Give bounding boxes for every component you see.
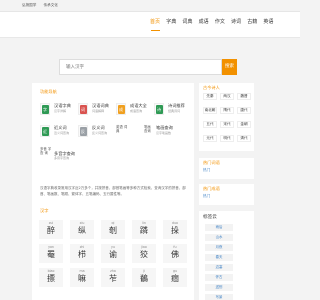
char-card[interactable]: yan 罨 xyxy=(39,244,63,263)
hot-words-link[interactable]: 热门 xyxy=(203,168,210,173)
poetry-icon: 诗 xyxy=(154,103,164,115)
poet-dynasty[interactable]: 唐代 xyxy=(237,107,251,114)
sidebar: 古今诗人 先秦 两汉 魏晋 南北朝 隋代 唐代 五代 宋代 金朝 元代 明代 清… xyxy=(199,83,254,300)
tool-desc: 多音字查询 xyxy=(54,156,70,160)
broken-image-icon: 英语 词典 xyxy=(116,125,128,133)
tools-title: 功能导航 xyxy=(40,89,57,94)
poet-dynasty[interactable]: 隋代 xyxy=(220,107,234,114)
char-card[interactable]: gu 痼 xyxy=(163,268,187,287)
hot-idioms-box: 热门成语 热门 xyxy=(199,184,254,205)
hot-idioms-link[interactable]: 热门 xyxy=(203,194,210,199)
broken-image-icon: 笔画 查询 xyxy=(144,125,151,133)
tool-desc: 成语查询 xyxy=(130,109,143,113)
top-bar: 弘扬国学 传承文化 xyxy=(0,0,300,12)
tag-item[interactable]: 写景 xyxy=(205,294,233,300)
dictionary-icon: 字 xyxy=(40,103,50,115)
char-card[interactable]: xiu 纵 xyxy=(70,220,94,239)
idiom-icon: 成 xyxy=(116,103,126,115)
tool-desc: 经典诗词 xyxy=(168,109,181,113)
search-bar: 搜索 xyxy=(59,59,237,75)
poet-dynasty[interactable]: 明代 xyxy=(220,135,234,142)
tag-item[interactable]: 月夜 xyxy=(205,244,233,251)
search-input[interactable] xyxy=(59,59,222,75)
poets-box: 古今诗人 先秦 两汉 魏晋 南北朝 隋代 唐代 五代 宋代 金朝 元代 明代 清… xyxy=(199,83,254,151)
nav-yingyu[interactable]: 英语 xyxy=(263,18,273,25)
poet-dynasty[interactable]: 五代 xyxy=(203,121,217,128)
nav-guji[interactable]: 古籍 xyxy=(247,18,257,25)
tag-item[interactable]: 边塞 xyxy=(205,264,233,271)
poet-dynasty[interactable]: 两汉 xyxy=(220,93,234,100)
antonym-icon: 反 xyxy=(78,125,88,137)
nav-zidian[interactable]: 字典 xyxy=(166,18,176,25)
char-card[interactable]: lin 蹸 xyxy=(132,220,156,239)
tool-desc: 汉字详解 xyxy=(54,109,67,113)
char-card[interactable]: qi 剞 xyxy=(101,220,125,239)
tag-item[interactable]: 雨后 xyxy=(205,224,233,231)
poets-title: 古今诗人 xyxy=(203,85,220,90)
poet-dynasty[interactable]: 魏晋 xyxy=(237,93,251,100)
tool-duoyinzi[interactable]: 多音 字查 询 多音字查询 多音字查询 xyxy=(40,146,80,162)
poet-dynasty[interactable]: 先秦 xyxy=(203,93,217,100)
char-card[interactable]: zui 醉 xyxy=(39,220,63,239)
poet-dynasty[interactable]: 清代 xyxy=(237,135,251,142)
zi-section-title: 汉字 xyxy=(40,208,49,213)
char-card[interactable]: biao 摽 xyxy=(39,268,63,287)
hot-words-title: 热门词语 xyxy=(203,160,220,165)
nav-shici[interactable]: 诗词 xyxy=(231,18,241,25)
poet-dynasty[interactable]: 元代 xyxy=(203,135,217,142)
char-card[interactable]: zhi 栉 xyxy=(70,244,94,263)
char-card[interactable]: ma 嘛 xyxy=(70,268,94,287)
tag-item[interactable]: 怀古 xyxy=(205,274,233,281)
tool-desc: 词语解释 xyxy=(92,109,105,113)
char-card[interactable]: ji 鶺 xyxy=(132,268,156,287)
nav-chengyu[interactable]: 成语 xyxy=(199,18,209,25)
site-slogan: 传承文化 xyxy=(43,3,58,7)
word-dictionary-icon: 词 xyxy=(78,103,88,115)
nav-zuowen[interactable]: 作文 xyxy=(215,18,225,25)
tool-fanyici[interactable]: 反 反义词 反义词查询 xyxy=(78,124,118,140)
header: 首页 字典 词典 成语 作文 诗词 古籍 英语 xyxy=(0,12,300,38)
char-card[interactable]: duo 挆 xyxy=(163,220,187,239)
tool-cidian[interactable]: 词 汉语词典 词语解释 xyxy=(78,102,118,118)
tool-shici[interactable]: 诗 诗词推荐 经典诗词 xyxy=(154,102,194,118)
tag-item[interactable]: 山水 xyxy=(205,234,233,241)
tool-zidian[interactable]: 字 汉语字典 汉字详解 xyxy=(40,102,80,118)
poet-dynasty[interactable]: 金朝 xyxy=(237,121,251,128)
hot-idioms-title: 热门成语 xyxy=(203,186,220,191)
broken-image-icon: 多音 字查 询 xyxy=(40,147,52,155)
tool-desc: 汉字笔画数 xyxy=(156,131,172,135)
tool-chengyu[interactable]: 成 成语大全 成语查询 xyxy=(116,102,156,118)
tags-title: 标签云 xyxy=(203,215,217,220)
main-panel: 功能导航 字 汉语字典 汉字详解 词 汉语词典 词语解释 成 成语大全 成语查询… xyxy=(32,83,194,300)
nav-home[interactable]: 首页 xyxy=(150,18,160,25)
tool-desc: 近义词查询 xyxy=(54,131,70,135)
poet-dynasty[interactable]: 南北朝 xyxy=(203,107,217,114)
nav-cidian[interactable]: 词典 xyxy=(182,18,192,25)
char-card[interactable]: fu 佛 xyxy=(163,244,187,263)
tag-item[interactable]: 春天 xyxy=(205,254,233,261)
tags-box: 标签云 雨后 山水 月夜 春天 边塞 怀古 送别 写景 xyxy=(199,211,254,300)
tool-jinyici[interactable]: 近 近义词 近义词查询 xyxy=(40,124,80,140)
tool-desc: 反义词查询 xyxy=(92,131,108,135)
search-button[interactable]: 搜索 xyxy=(222,59,237,75)
tool-bihua[interactable]: 笔画 查询 笔画查询 汉字笔画数 xyxy=(144,124,184,140)
hot-words-box: 热门词语 热门 xyxy=(199,158,254,179)
tag-item[interactable]: 送别 xyxy=(205,284,233,291)
char-card[interactable]: jiao 狡 xyxy=(132,244,156,263)
synonym-icon: 近 xyxy=(40,125,50,137)
poet-dynasty[interactable]: 宋代 xyxy=(220,121,234,128)
char-card[interactable]: yu 谕 xyxy=(101,244,125,263)
site-name: 弘扬国学 xyxy=(22,3,37,7)
intro-text: 汉语字典收录常用汉字近2万多个，并按拼音、部首笔画等多种方式检索，查询汉字的拼音… xyxy=(40,186,186,196)
nav-active-underline xyxy=(151,30,160,31)
main-nav: 首页 字典 词典 成语 作文 诗词 古籍 英语 xyxy=(150,18,280,25)
char-card[interactable]: zha 苲 xyxy=(101,268,125,287)
